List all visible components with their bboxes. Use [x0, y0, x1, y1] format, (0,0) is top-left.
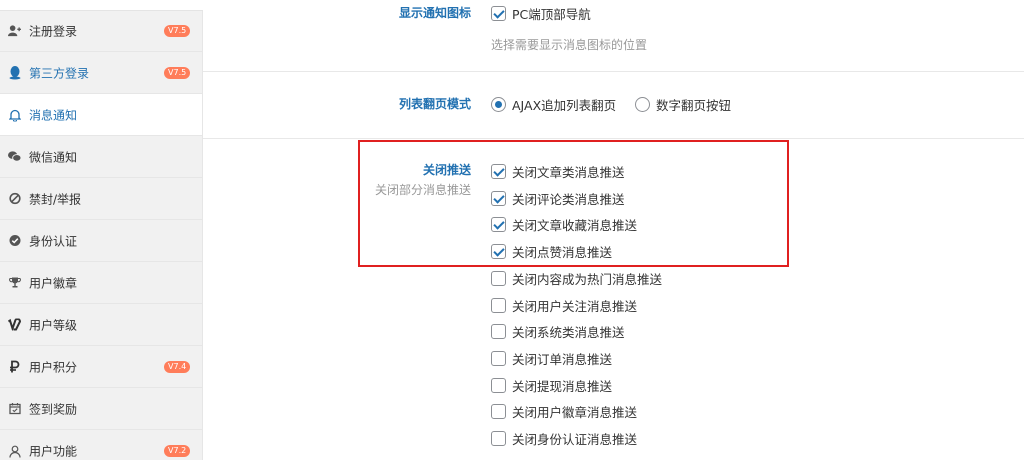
- version-badge: V7.5: [164, 24, 191, 37]
- option-label: 关闭评论类消息推送: [512, 192, 625, 207]
- close-push-option[interactable]: 关闭提现消息推送: [491, 376, 612, 395]
- option-label: 关闭系统类消息推送: [512, 325, 625, 340]
- sidebar-item-label: 用户积分: [29, 360, 78, 374]
- sidebar-item-register-login[interactable]: 注册登录 V7.5: [0, 10, 202, 52]
- sidebar-item-message-notify[interactable]: 消息通知: [0, 94, 202, 136]
- section-divider: [203, 138, 1024, 139]
- sidebar-item-label: 用户等级: [29, 318, 78, 332]
- numeric-pagination-radio-option[interactable]: 数字翻页按钮: [635, 95, 731, 114]
- sidebar-item-label: 身份认证: [29, 234, 78, 248]
- vimeo-v-icon: [8, 318, 21, 331]
- close-push-option[interactable]: 关闭文章类消息推送: [491, 162, 625, 181]
- qq-penguin-icon: [8, 66, 21, 80]
- close-push-checkbox[interactable]: [491, 431, 506, 446]
- close-push-checkbox[interactable]: [491, 164, 506, 179]
- numeric-pagination-radio[interactable]: [635, 97, 650, 112]
- close-push-option[interactable]: 关闭用户徽章消息推送: [491, 402, 637, 421]
- ajax-pagination-radio-option[interactable]: AJAX追加列表翻页: [491, 95, 616, 114]
- close-push-checkbox[interactable]: [491, 404, 506, 419]
- option-label: PC端顶部导航: [512, 7, 591, 22]
- close-push-checkbox[interactable]: [491, 351, 506, 366]
- calendar-check-icon: [8, 402, 21, 415]
- sidebar-item-user-functions[interactable]: 用户功能 V7.2: [0, 430, 202, 472]
- close-push-option[interactable]: 关闭订单消息推送: [491, 349, 612, 368]
- option-label: 关闭用户徽章消息推送: [512, 405, 638, 420]
- close-push-option[interactable]: 关闭系统类消息推送: [491, 322, 625, 341]
- option-label: 关闭文章收藏消息推送: [512, 218, 638, 233]
- sidebar-item-user-badges[interactable]: 用户徽章: [0, 262, 202, 304]
- close-push-option[interactable]: 关闭文章收藏消息推送: [491, 215, 637, 234]
- sidebar-item-label: 签到奖励: [29, 402, 78, 416]
- sidebar-item-checkin-rewards[interactable]: 签到奖励: [0, 388, 202, 430]
- close-push-option[interactable]: 关闭点赞消息推送: [491, 242, 612, 261]
- option-label: AJAX追加列表翻页: [512, 98, 617, 113]
- sidebar-item-user-level[interactable]: 用户等级: [0, 304, 202, 346]
- pc-top-nav-checkbox[interactable]: [491, 6, 506, 21]
- ruble-icon: [8, 360, 21, 373]
- close-push-description: 关闭部分消息推送: [374, 183, 471, 197]
- notify-icon-setting-label: 显示通知图标: [398, 6, 471, 20]
- sidebar-item-label: 用户徽章: [29, 276, 78, 290]
- check-circle-icon: [8, 234, 21, 247]
- close-push-option[interactable]: 关闭内容成为热门消息推送: [491, 269, 662, 288]
- sidebar-item-label: 用户功能: [29, 444, 78, 459]
- settings-sidebar: 注册登录 V7.5 第三方登录 V7.5 消息通知 微信通知 禁封/举报 身份认…: [0, 0, 203, 460]
- option-label: 关闭身份认证消息推送: [512, 432, 638, 447]
- sidebar-item-label: 禁封/举报: [29, 192, 82, 206]
- sidebar-item-ban-report[interactable]: 禁封/举报: [0, 178, 202, 220]
- user-plus-icon: [8, 24, 21, 37]
- option-label: 关闭用户关注消息推送: [512, 299, 638, 314]
- close-push-checkbox[interactable]: [491, 271, 506, 286]
- close-push-checkbox[interactable]: [491, 378, 506, 393]
- version-badge: V7.2: [164, 445, 191, 457]
- notify-icon-help-text: 选择需要显示消息图标的位置: [491, 38, 648, 52]
- sidebar-item-label: 第三方登录: [29, 66, 90, 80]
- sidebar-item-user-points[interactable]: 用户积分 V7.4: [0, 346, 202, 388]
- pc-top-nav-checkbox-option[interactable]: PC端顶部导航: [491, 4, 591, 23]
- option-label: 关闭文章类消息推送: [512, 165, 625, 180]
- close-push-checkbox[interactable]: [491, 298, 506, 313]
- close-push-label: 关闭推送: [422, 163, 471, 177]
- pagination-mode-label: 列表翻页模式: [398, 97, 471, 111]
- sidebar-item-label: 消息通知: [29, 108, 78, 122]
- ajax-pagination-radio[interactable]: [491, 97, 506, 112]
- option-label: 关闭提现消息推送: [512, 379, 613, 394]
- close-push-option[interactable]: 关闭评论类消息推送: [491, 189, 625, 208]
- close-push-checkbox[interactable]: [491, 217, 506, 232]
- bell-icon: [8, 108, 21, 121]
- close-push-checkbox[interactable]: [491, 244, 506, 259]
- section-divider: [203, 71, 1024, 72]
- sidebar-item-wechat-notify[interactable]: 微信通知: [0, 136, 202, 178]
- option-label: 关闭订单消息推送: [512, 352, 613, 367]
- sidebar-item-label: 微信通知: [29, 150, 78, 164]
- sidebar-item-identity-verify[interactable]: 身份认证: [0, 220, 202, 262]
- close-push-option[interactable]: 关闭用户关注消息推送: [491, 296, 637, 315]
- ban-icon: [8, 192, 21, 205]
- close-push-checkbox[interactable]: [491, 191, 506, 206]
- trophy-icon: [8, 276, 21, 289]
- option-label: 关闭内容成为热门消息推送: [512, 272, 663, 287]
- user-icon: [8, 445, 21, 458]
- option-label: 关闭点赞消息推送: [512, 245, 613, 260]
- version-badge: V7.5: [164, 66, 191, 79]
- version-badge: V7.4: [164, 360, 191, 373]
- sidebar-item-third-party-login[interactable]: 第三方登录 V7.5: [0, 52, 202, 94]
- close-push-option[interactable]: 关闭身份认证消息推送: [491, 429, 637, 448]
- sidebar-item-label: 注册登录: [29, 24, 78, 38]
- close-push-checkbox[interactable]: [491, 324, 506, 339]
- wechat-icon: [8, 150, 21, 163]
- option-label: 数字翻页按钮: [656, 98, 732, 113]
